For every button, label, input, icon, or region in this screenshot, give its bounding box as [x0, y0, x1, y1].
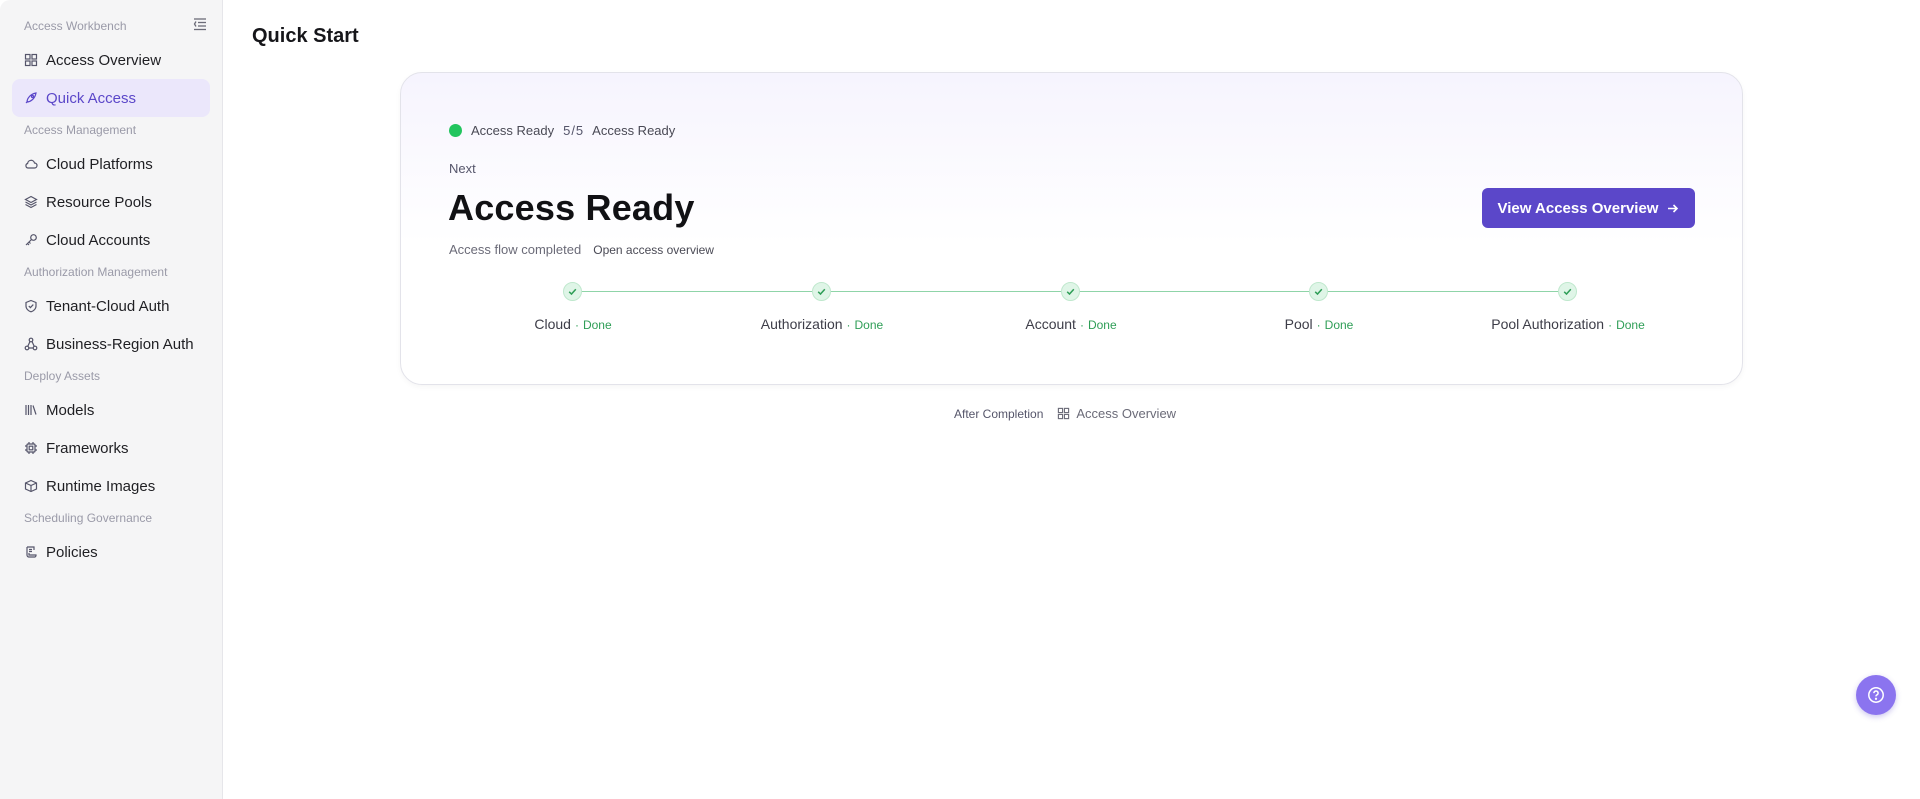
step-check-icon: [1309, 282, 1328, 301]
sidebar-item-label: Access Overview: [46, 51, 162, 69]
step-check-icon: [812, 282, 831, 301]
key-icon: [24, 233, 38, 247]
arrow-right-icon: [1666, 202, 1679, 215]
step-pool-authorization: Pool Authorization · Done: [1491, 316, 1645, 332]
sidebar-item-label: Tenant-Cloud Auth: [46, 297, 170, 315]
chip-icon: [24, 441, 38, 455]
sidebar-item-label: Models: [46, 401, 95, 419]
view-access-overview-button[interactable]: View Access Overview: [1482, 188, 1695, 228]
step-check-icon: [1558, 282, 1577, 301]
sidebar-section-title: Authorization Management: [24, 265, 168, 279]
step-check-icon: [1061, 282, 1080, 301]
library-icon: [24, 403, 38, 417]
sidebar-item-business-region-auth[interactable]: Business-Region Auth: [12, 325, 210, 363]
step-authorization: Authorization · Done: [761, 316, 883, 332]
page-title: Quick Start: [252, 25, 359, 47]
status-text-secondary: Access Ready: [592, 123, 676, 138]
sidebar-item-label: Cloud Platforms: [46, 155, 153, 173]
cta-label: View Access Overview: [1497, 199, 1659, 217]
rocket-icon: [24, 91, 38, 105]
sidebar-workbench-title: Access Workbench: [24, 19, 127, 33]
step-status: Done: [582, 318, 612, 332]
sidebar: Access Workbench Access Overview Quick A…: [0, 0, 223, 799]
step-cloud: Cloud · Done: [534, 316, 611, 332]
help-button[interactable]: [1856, 675, 1896, 715]
step-name: Pool: [1284, 316, 1313, 332]
shield-icon: [24, 299, 38, 313]
network-icon: [24, 337, 38, 351]
step-name: Cloud: [534, 316, 571, 332]
sidebar-item-label: Resource Pools: [46, 193, 152, 211]
sidebar-item-label: Cloud Accounts: [46, 231, 151, 249]
sidebar-section-title: Access Management: [24, 123, 137, 137]
step-separator: ·: [1316, 318, 1321, 332]
status-text: Access Ready: [471, 123, 555, 138]
policy-icon: [24, 545, 38, 559]
sidebar-item-tenant-cloud-auth[interactable]: Tenant-Cloud Auth: [12, 287, 210, 325]
after-completion-target-label: Access Overview: [1076, 406, 1177, 421]
status-dot-icon: [449, 124, 462, 137]
step-separator: ·: [1079, 318, 1084, 332]
step-status: Done: [1616, 318, 1645, 332]
step-account: Account · Done: [1025, 316, 1116, 332]
collapse-sidebar-icon[interactable]: [192, 16, 208, 32]
main-content: Quick Start Access Ready 5/5 Access Read…: [223, 0, 1920, 799]
step-status: Done: [1087, 318, 1117, 332]
subtitle-row: Access flow completed Open access overvi…: [449, 242, 714, 257]
flow-description: Access flow completed: [449, 242, 582, 257]
sidebar-item-frameworks[interactable]: Frameworks: [12, 429, 210, 467]
sidebar-item-label: Runtime Images: [46, 477, 156, 495]
step-separator: ·: [846, 318, 851, 332]
after-completion-label: After Completion: [954, 406, 1044, 421]
step-name: Authorization: [760, 316, 843, 332]
sidebar-item-access-overview[interactable]: Access Overview: [12, 41, 210, 79]
sidebar-item-label: Quick Access: [46, 89, 137, 107]
step-name: Account: [1025, 316, 1076, 332]
step-status: Done: [854, 318, 884, 332]
app-root: Access Workbench Access Overview Quick A…: [0, 0, 1920, 799]
next-label: Next: [449, 161, 476, 176]
help-icon: [1868, 687, 1884, 703]
after-completion-row: After Completion Access Overview: [954, 406, 1176, 421]
sidebar-item-quick-access[interactable]: Quick Access: [12, 79, 210, 117]
step-check-icon: [563, 282, 582, 301]
step-separator: ·: [1608, 318, 1613, 332]
status-row: Access Ready 5/5 Access Ready: [449, 123, 675, 138]
layers-icon: [24, 195, 38, 209]
grid-icon: [1058, 407, 1070, 420]
sidebar-item-label: Policies: [46, 543, 98, 561]
sidebar-section-title: Scheduling Governance: [24, 511, 153, 525]
sidebar-item-models[interactable]: Models: [12, 391, 210, 429]
step-status: Done: [1324, 318, 1354, 332]
box-icon: [24, 479, 38, 493]
step-name: Pool Authorization: [1491, 316, 1605, 332]
progress-count: 5/5: [563, 123, 585, 138]
cloud-icon: [24, 157, 38, 171]
sidebar-item-label: Frameworks: [46, 439, 129, 457]
after-completion-target[interactable]: Access Overview: [1057, 406, 1176, 421]
grid-icon: [24, 53, 38, 67]
sidebar-item-cloud-accounts[interactable]: Cloud Accounts: [12, 221, 210, 259]
sidebar-item-resource-pools[interactable]: Resource Pools: [12, 183, 210, 221]
sidebar-item-cloud-platforms[interactable]: Cloud Platforms: [12, 145, 210, 183]
sidebar-item-runtime-images[interactable]: Runtime Images: [12, 467, 210, 505]
step-pool: Pool · Done: [1285, 316, 1354, 332]
access-status-card: Access Ready 5/5 Access Ready Next Acces…: [400, 72, 1743, 385]
sidebar-item-label: Business-Region Auth: [46, 335, 194, 353]
step-separator: ·: [574, 318, 579, 332]
open-overview-link[interactable]: Open access overview: [593, 243, 714, 257]
hero-title: Access Ready: [448, 187, 695, 228]
sidebar-item-policies[interactable]: Policies: [12, 533, 210, 571]
sidebar-section-title: Deploy Assets: [24, 369, 101, 383]
